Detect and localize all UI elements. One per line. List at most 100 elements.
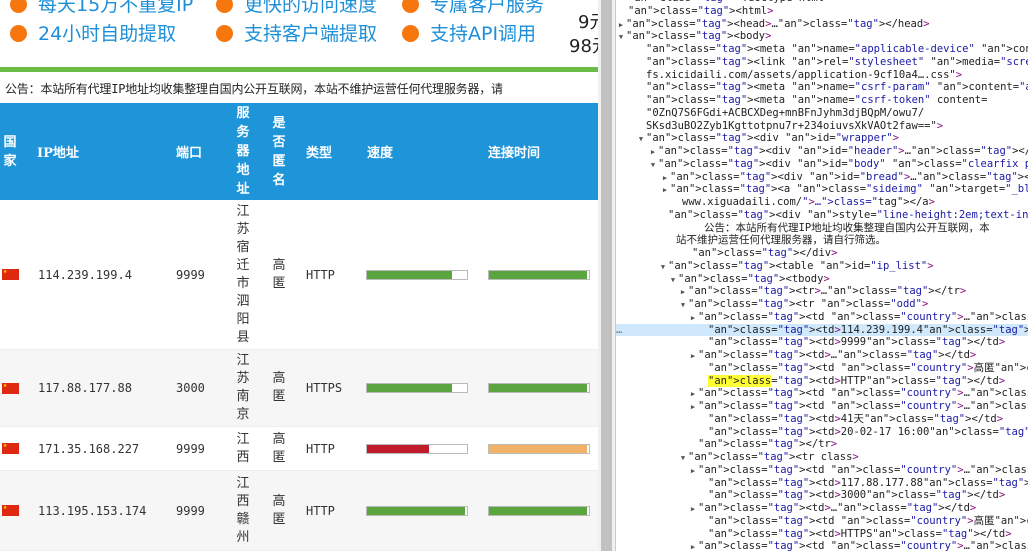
- dom-tree-node[interactable]: ▶ "an">class="tag"><a "an">class="sideimg…: [616, 183, 1028, 197]
- cell-ip: 171.35.168.227: [38, 441, 140, 456]
- header-type: 类型: [306, 146, 333, 161]
- connect-time-bar-fill: [489, 270, 587, 279]
- dom-tree-node[interactable]: ▶ "an">class="tag"><div "an">id="header">…: [616, 145, 1028, 159]
- scrollbar-thumb[interactable]: [601, 0, 612, 551]
- dom-tree-node[interactable]: ▼ "an">class="tag"><body>: [616, 30, 1028, 44]
- feature-label: 支持API调用: [430, 23, 537, 45]
- dom-tree-node[interactable]: ▶ "an">class="tag"><td "an">class="countr…: [616, 387, 1028, 401]
- dom-tree-node[interactable]: ▶ "an">class="tag"><div "an">id="bread">……: [616, 171, 1028, 185]
- dom-tree-node[interactable]: fs.xicidaili.com/assets/application-9cf1…: [616, 69, 1028, 82]
- dom-tree-node[interactable]: "an">class="tag"><td>3000"an">class="tag…: [616, 489, 1028, 502]
- cell-location: 江苏宿迁市泗阳县: [236, 203, 250, 345]
- cell-country: [2, 350, 19, 426]
- bullet-dot-icon: [216, 0, 233, 13]
- table-row: 171.35.168.227 9999 江西高匿 HTTP: [0, 427, 598, 471]
- dom-tree-node[interactable]: "an">class="tag"></tr>: [616, 438, 1028, 451]
- dom-tree-node[interactable]: "an">class="tag"><td>41天"an">class="tag"…: [616, 413, 1028, 426]
- dom-tree-node[interactable]: www.xiguadaili.com/">…">class="tag"></a>: [616, 196, 1028, 209]
- connect-time-bar-fill: [489, 506, 587, 515]
- dom-tree-node[interactable]: "an">class="tag"><td>114.239.199.4"an">c…: [616, 323, 1028, 337]
- dom-node-text: "an">class="tag"><td "an">class="country…: [698, 400, 1028, 412]
- dom-tree-node[interactable]: ▶ "an">class="tag"><td "an">class="countr…: [616, 311, 1028, 325]
- dom-tree-node[interactable]: "an">class="tag"><html>: [616, 5, 1028, 18]
- cell-ip: 114.239.199.4: [38, 267, 132, 282]
- dom-tree-node[interactable]: ▼ "an">class="tag"><div "an">id="wrapper"…: [616, 132, 1028, 146]
- dom-tree-node[interactable]: ▼ "an">class="tag"><div "an">id="body" "a…: [616, 158, 1028, 172]
- cell-speed: [366, 471, 468, 550]
- devtools-elements-panel: "an">class="tag"><!doctype html>"an">cla…: [615, 0, 1028, 551]
- dom-node-text: "an">class="tag"><td>114.239.199.4"an">c…: [708, 323, 1028, 336]
- bullet-dot-icon: [402, 0, 419, 13]
- dom-tree-node[interactable]: 站不维护运营任何代理服务器，请自行筛选。: [616, 234, 1028, 247]
- dom-tree-node[interactable]: "an">class="tag"><link "an">rel="stylesh…: [616, 56, 1028, 69]
- dom-tree-node[interactable]: ▶ "an">class="tag"><tr>…"an">class="tag">…: [616, 285, 1028, 299]
- dom-tree-node[interactable]: "an">class="tag"><td "an">class="country…: [616, 362, 1028, 375]
- cell-connect-time: [488, 200, 590, 349]
- dom-tree-node[interactable]: "an">class="tag"><td "an">class="country…: [616, 515, 1028, 528]
- dom-node-text: "an">class="tag"><html>: [628, 4, 774, 17]
- connect-time-bar: [488, 443, 590, 454]
- cell-ip: 117.88.177.88: [38, 381, 132, 395]
- dom-node-text: "an">class="tag"><td>…"an">class="tag"><…: [698, 502, 977, 514]
- connect-time-bar: [488, 383, 590, 393]
- cell-port: 9999: [176, 441, 205, 456]
- dom-tree-node[interactable]: "an">class="tag"><td>9999"an">class="tag…: [616, 336, 1028, 349]
- header-country: 国家: [3, 134, 17, 169]
- feature-label: 24小时自助提取: [38, 23, 177, 45]
- cell-connect-time: [488, 350, 590, 426]
- dom-tree-node[interactable]: "an">class="tag"><td>117.88.177.88"an">c…: [616, 477, 1028, 490]
- dom-tree-node[interactable]: "an">class="tag"><td>HTTP"an">class="tag…: [616, 374, 1028, 388]
- dom-node-text: "an">class="tag"><td>…"an">class="tag"><…: [698, 349, 977, 361]
- dom-tree-node[interactable]: ▼ "an">class="tag"><table "an">id="ip_lis…: [616, 260, 1028, 274]
- dom-node-text: "an">class="tag"><head>…"an">class="tag"…: [626, 17, 930, 30]
- dom-node-text: 站不维护运营任何代理服务器，请自行筛选。: [676, 234, 886, 247]
- dom-node-text: "an">class="tag"><!doctype html>: [628, 0, 830, 4]
- speed-bar-fill: [367, 506, 465, 515]
- table-row: 117.88.177.88 3000 江苏南京 高匿 HTTPS: [0, 350, 598, 427]
- dom-node-text: "an">class="tag"><body>: [626, 30, 772, 43]
- dom-tree-node[interactable]: "an">class="tag"><td>20-02-17 16:00"an">…: [616, 426, 1028, 439]
- dom-node-text: www.xiguadaili.com/">…">class="tag"></a>: [682, 196, 935, 208]
- dom-tree-node[interactable]: ▶ "an">class="tag"><td "an">class="countr…: [616, 400, 1028, 414]
- dom-tree-node[interactable]: ▶ "an">class="tag"><td "an">class="countr…: [616, 464, 1028, 478]
- dom-tree-node[interactable]: "an">class="tag"><meta "an">name="csrf-t…: [616, 94, 1028, 107]
- expand-right-triangle-icon[interactable]: ▶: [688, 541, 698, 551]
- bullet-dot-icon: [402, 25, 419, 42]
- dom-tree-node[interactable]: ▶ "an">class="tag"><td>…"an">class="tag">…: [616, 349, 1028, 363]
- feature-item: 支持客户端提取: [216, 23, 377, 45]
- table-row: 114.239.199.4 9999 江苏宿迁市泗阳县 高匿 HTTP: [0, 200, 598, 350]
- cell-country: [2, 471, 19, 550]
- dom-tree-node[interactable]: "an">class="tag"><meta "an">name="csrf-p…: [616, 81, 1028, 94]
- speed-bar-fill: [367, 444, 429, 453]
- dom-tree-node[interactable]: ▶ "an">class="tag"><head>…"an">class="tag…: [616, 18, 1028, 32]
- dom-tree-node[interactable]: "0ZnQ7S6FGdi+ACBCXDeg+mnBFnJyhm3djBQpM/o…: [616, 107, 1028, 120]
- dom-node-text: "an">class="tag"><div "an">id="body" "an…: [658, 157, 1028, 170]
- dom-tree-node[interactable]: 公告：本站所有代理IP地址均收集整理自国内公开互联网，本: [616, 222, 1028, 235]
- cell-location: 江西赣州: [236, 475, 250, 545]
- dom-node-text: 公告：本站所有代理IP地址均收集整理自国内公开互联网，本: [704, 221, 990, 234]
- feature-label: 支持客户端提取: [244, 23, 378, 45]
- dom-tree-node[interactable]: ▼ "an">class="tag"><tbody>: [616, 273, 1028, 287]
- china-flag-icon: [2, 502, 19, 516]
- dom-tree-node[interactable]: "an">class="tag"><td>HTTPS"an">class="ta…: [616, 528, 1028, 541]
- feature-label: 更快的访问速度: [244, 0, 378, 16]
- cell-speed: [366, 427, 468, 470]
- page-scrollbar[interactable]: [598, 0, 615, 551]
- dom-tree-node[interactable]: ▶ "an">class="tag"><td>…"an">class="tag">…: [616, 502, 1028, 516]
- speed-bar-fill: [367, 384, 452, 392]
- dom-node-text: "an">class="tag"><meta "an">name="csrf-t…: [646, 94, 988, 106]
- dom-tree-node[interactable]: SKsd3uBO2Zyb1Kgttotpnu7r+234oiuvsXkVAOt2…: [616, 120, 1028, 133]
- dom-tree-node[interactable]: "an">class="tag"><div "an">style="line-h…: [616, 209, 1028, 222]
- cell-port: 9999: [176, 503, 205, 518]
- dom-tree-node[interactable]: ▼ "an">class="tag"><tr class>: [616, 451, 1028, 465]
- header-anonymity: 是否匿名: [272, 115, 286, 188]
- header-server-location: 服务器地址: [236, 106, 250, 197]
- dom-tree-node[interactable]: ▼ "an">class="tag"><tr "an">class="odd">: [616, 298, 1028, 312]
- cell-type: HTTP: [306, 503, 335, 518]
- price-label: 98元: [569, 36, 598, 57]
- dom-tree-node[interactable]: ▶ "an">class="tag"><td "an">class="countr…: [616, 540, 1028, 551]
- cell-speed: [366, 200, 468, 349]
- table-row: 113.195.153.174 9999 江西赣州 高匿 HTTP: [0, 471, 598, 551]
- dom-tree-node[interactable]: "an">class="tag"><meta "an">name="applic…: [616, 43, 1028, 56]
- dom-tree-node[interactable]: "an">class="tag"></div>: [616, 247, 1028, 260]
